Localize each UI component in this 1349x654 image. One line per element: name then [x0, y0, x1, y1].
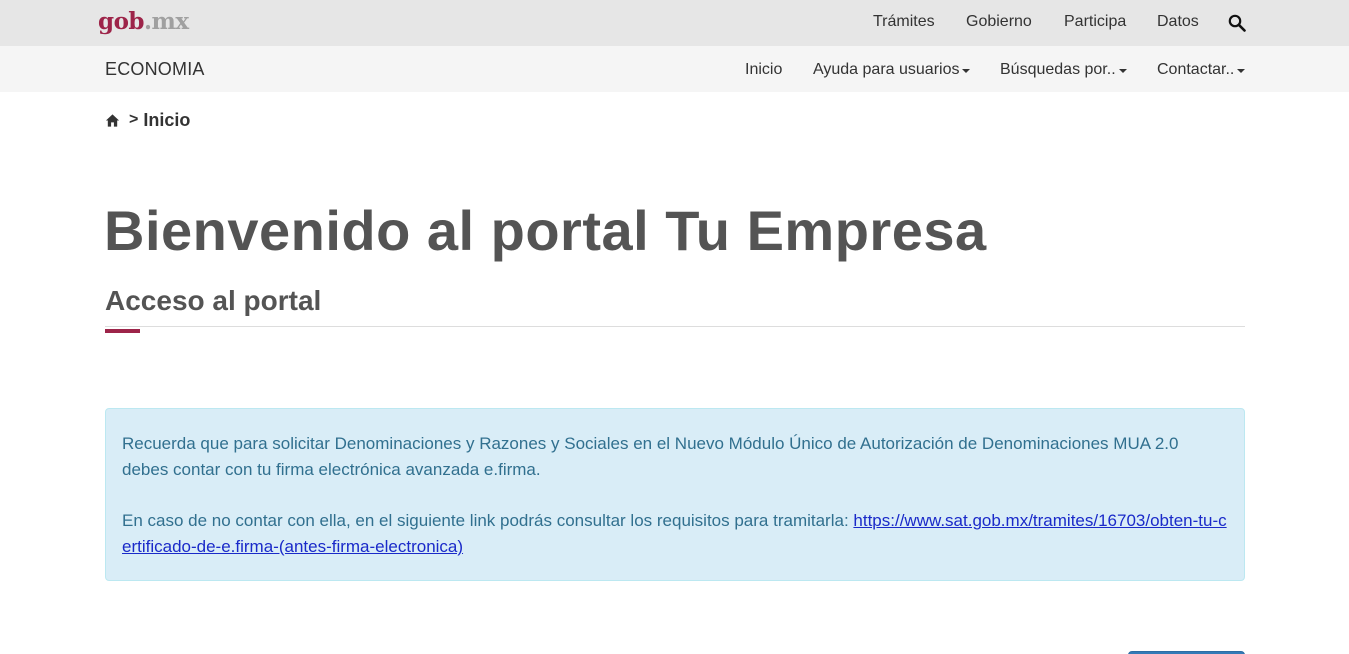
- subnav-busquedas-dropdown[interactable]: Búsquedas por..: [1000, 61, 1127, 79]
- site-brand[interactable]: ECONOMIA: [105, 59, 205, 80]
- breadcrumb-current: Inicio: [143, 109, 191, 130]
- subnav-contactar-label: Contactar..: [1157, 61, 1235, 78]
- subnav-contactar-dropdown[interactable]: Contactar..: [1157, 61, 1246, 79]
- caret-down-icon: [1237, 69, 1246, 73]
- breadcrumb: > Inicio: [105, 108, 190, 132]
- caret-down-icon: [1118, 69, 1127, 73]
- section-accent-bar: [105, 329, 140, 333]
- subnav-busquedas-label: Búsquedas por..: [1000, 61, 1116, 78]
- section-divider: [105, 326, 1245, 327]
- page-title: Bienvenido al portal Tu Empresa: [104, 199, 987, 262]
- breadcrumb-separator: >: [129, 111, 139, 128]
- alert-paragraph-1: Recuerda que para solicitar Denominacion…: [122, 434, 1179, 479]
- gob-mx-logo[interactable]: gob.mx: [98, 8, 189, 36]
- alert-paragraph-2: En caso de no contar con ella, en el sig…: [122, 508, 1228, 560]
- logo-suffix: .mx: [144, 8, 189, 35]
- site-navbar: ECONOMIA Inicio Ayuda para usuarios Búsq…: [0, 46, 1349, 92]
- search-icon[interactable]: [1228, 14, 1246, 32]
- home-icon[interactable]: [105, 113, 120, 128]
- subnav-inicio[interactable]: Inicio: [745, 61, 782, 79]
- nav-gobierno[interactable]: Gobierno: [966, 13, 1032, 31]
- section-title: Acceso al portal: [105, 285, 322, 316]
- gob-header: gob.mx Trámites Gobierno Participa Datos: [0, 0, 1349, 46]
- logo-main: gob: [98, 8, 145, 35]
- subnav-ayuda-label: Ayuda para usuarios: [813, 61, 960, 78]
- nav-participa[interactable]: Participa: [1064, 13, 1126, 31]
- alert-paragraph-2-text: En caso de no contar con ella, en el sig…: [122, 511, 854, 530]
- subnav-inicio-label: Inicio: [745, 61, 783, 78]
- info-alert: Recuerda que para solicitar Denominacion…: [105, 408, 1245, 581]
- nav-datos[interactable]: Datos: [1157, 13, 1199, 31]
- nav-tramites[interactable]: Trámites: [873, 13, 935, 31]
- subnav-ayuda-dropdown[interactable]: Ayuda para usuarios: [813, 61, 971, 79]
- caret-down-icon: [962, 69, 971, 73]
